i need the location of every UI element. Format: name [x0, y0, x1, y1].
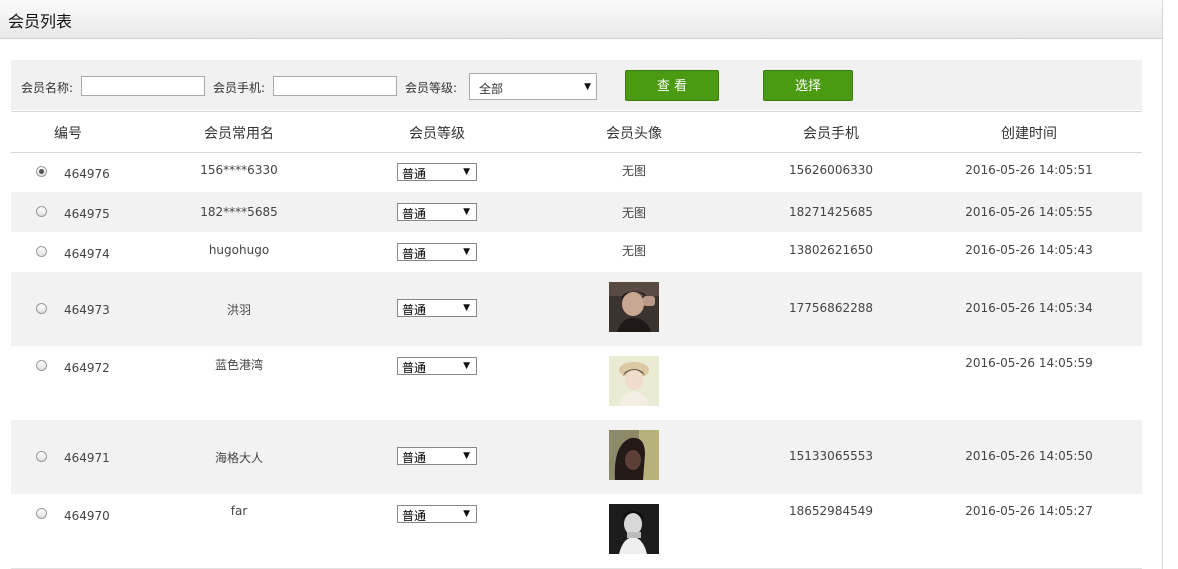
table-row: 464970 far 普通 ▼ 18652984549 2016-05-26 14… [11, 494, 1142, 569]
row-id: 464974 [64, 247, 110, 261]
row-id: 464971 [64, 451, 110, 465]
radio-icon[interactable] [36, 206, 47, 217]
table-header: 编号 会员常用名 会员等级 会员头像 会员手机 创建时间 [11, 111, 1142, 153]
row-created: 2016-05-26 14:05:27 [965, 504, 1093, 518]
row-phone: 15133065553 [789, 449, 873, 463]
row-phone: 18652984549 [789, 504, 873, 518]
member-level-value: 全部 [479, 82, 504, 96]
avatar-photo [609, 356, 659, 406]
member-phone-input[interactable] [273, 76, 397, 96]
row-name: 海格大人 [214, 451, 264, 465]
row-created: 2016-05-26 14:05:51 [965, 163, 1093, 177]
header-level: 会员等级 [409, 126, 465, 142]
caret-down-icon: ▼ [463, 361, 470, 371]
row-level-select[interactable]: 普通 ▼ [397, 203, 477, 221]
row-created: 2016-05-26 14:05:43 [965, 243, 1093, 257]
row-created: 2016-05-26 14:05:34 [965, 301, 1093, 315]
row-level-select[interactable]: 普通 ▼ [397, 243, 477, 261]
row-created: 2016-05-26 14:05:59 [965, 356, 1093, 370]
row-id: 464973 [64, 303, 110, 317]
row-created: 2016-05-26 14:05:55 [965, 205, 1093, 219]
header-name: 会员常用名 [204, 126, 274, 142]
caret-down-icon: ▼ [463, 303, 470, 313]
select-button[interactable]: 选择 [763, 70, 853, 101]
row-id: 464976 [64, 167, 110, 181]
avatar-photo [609, 504, 659, 554]
avatar-photo [609, 430, 659, 480]
row-created: 2016-05-26 14:05:50 [965, 449, 1093, 463]
table-row: 464971 海格大人 普通 ▼ 15133065553 2016-05-26 1… [11, 420, 1142, 494]
row-level-select[interactable]: 普通 ▼ [397, 505, 477, 523]
row-name: 洪羽 [226, 303, 252, 317]
caret-down-icon: ▼ [584, 82, 591, 92]
member-name-input[interactable] [81, 76, 205, 96]
caret-down-icon: ▼ [463, 247, 470, 257]
row-name: 156****6330 [200, 163, 278, 177]
radio-icon[interactable] [36, 166, 47, 177]
member-name-label: 会员名称: [21, 81, 74, 95]
row-avatar-text: 无图 [621, 164, 647, 178]
table-row: 464972 蓝色港湾 普通 ▼ 2016-05-26 14:05:59 [11, 346, 1142, 420]
caret-down-icon: ▼ [463, 451, 470, 461]
row-level-value: 普通 [402, 509, 427, 523]
caret-down-icon: ▼ [463, 207, 470, 217]
row-level-value: 普通 [402, 361, 427, 375]
caret-down-icon: ▼ [463, 509, 470, 519]
row-phone: 18271425685 [789, 205, 873, 219]
row-name: 182****5685 [200, 205, 278, 219]
row-level-select[interactable]: 普通 ▼ [397, 299, 477, 317]
row-level-value: 普通 [402, 167, 427, 181]
row-name: hugohugo [208, 243, 270, 257]
row-level-value: 普通 [402, 247, 427, 261]
table-row: 464973 洪羽 普通 ▼ 17756862288 2016-05-26 14:… [11, 272, 1142, 346]
header-avatar: 会员头像 [606, 126, 662, 142]
table-row: 464976 156****6330 普通 ▼ 无图 15626006330 20… [11, 152, 1142, 192]
scrollbar[interactable] [1162, 0, 1178, 569]
member-phone-label: 会员手机: [213, 81, 266, 95]
header-phone: 会员手机 [803, 126, 859, 142]
row-id: 464972 [64, 361, 110, 375]
row-level-value: 普通 [402, 207, 427, 221]
row-phone: 13802621650 [789, 243, 873, 257]
member-level-select[interactable]: 全部 ▼ [469, 73, 597, 100]
row-name: 蓝色港湾 [214, 358, 264, 372]
view-button[interactable]: 查 看 [625, 70, 719, 101]
row-level-select[interactable]: 普通 ▼ [397, 163, 477, 181]
caret-down-icon: ▼ [463, 167, 470, 177]
row-id: 464970 [64, 509, 110, 523]
radio-icon[interactable] [36, 508, 47, 519]
row-id: 464975 [64, 207, 110, 221]
header-created: 创建时间 [1001, 126, 1057, 142]
page-title: 会员列表 [8, 12, 73, 31]
row-level-value: 普通 [402, 451, 427, 465]
filter-bar: 会员名称: 会员手机: 会员等级: 全部 ▼ 查 看 选择 [11, 60, 1142, 110]
header-id: 编号 [54, 126, 82, 142]
table-row: 464975 182****5685 普通 ▼ 无图 18271425685 20… [11, 192, 1142, 232]
radio-icon[interactable] [36, 246, 47, 257]
radio-icon[interactable] [36, 303, 47, 314]
row-level-select[interactable]: 普通 ▼ [397, 357, 477, 375]
radio-icon[interactable] [36, 360, 47, 371]
table-row: 464974 hugohugo 普通 ▼ 无图 13802621650 2016-… [11, 232, 1142, 272]
row-avatar-text: 无图 [621, 206, 647, 220]
title-bar: 会员列表 [0, 0, 1162, 39]
row-phone: 17756862288 [789, 301, 873, 315]
row-phone: 15626006330 [789, 163, 873, 177]
avatar-photo [609, 282, 659, 332]
member-level-label: 会员等级: [405, 81, 458, 95]
radio-icon[interactable] [36, 451, 47, 462]
row-avatar-text: 无图 [621, 244, 647, 258]
row-name: far [230, 504, 248, 518]
row-level-select[interactable]: 普通 ▼ [397, 447, 477, 465]
row-level-value: 普通 [402, 303, 427, 317]
